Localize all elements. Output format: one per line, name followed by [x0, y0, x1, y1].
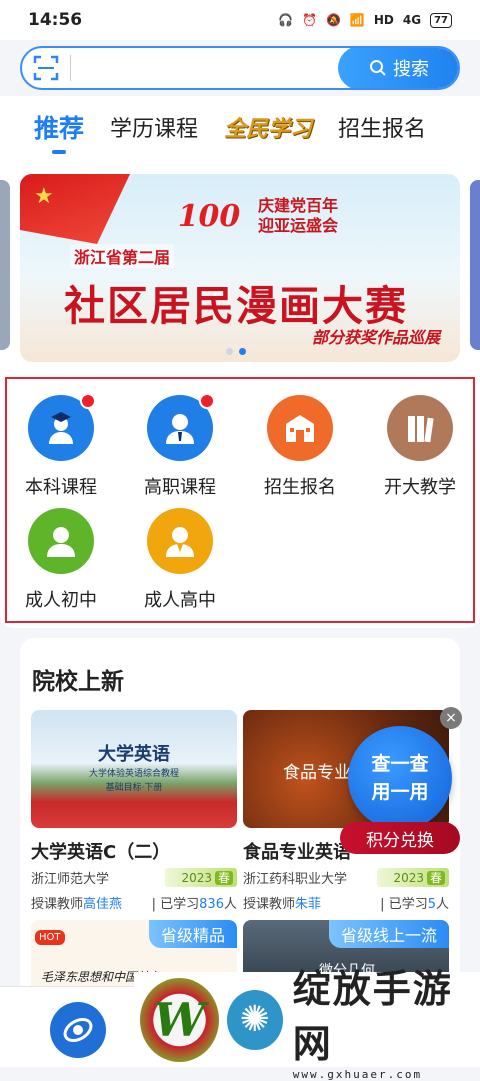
thumbnail-title: 食品专业 [283, 763, 351, 783]
thumbnail-subtitle: 大学体验英语综合教程 [88, 769, 179, 779]
banner-prev-peek[interactable] [0, 180, 10, 350]
banner-slogan-line2: 迎亚运盛会 [258, 216, 339, 235]
course-ribbon: 省级精品 [148, 920, 237, 948]
quick-link-label: 高职课程 [144, 477, 216, 498]
year-badge: 2023 春 [377, 868, 449, 887]
4g-icon: 4G [402, 13, 422, 27]
banner-slogan: 庆建党百年 迎亚运盛会 [258, 196, 338, 236]
points-exchange-button[interactable]: 积分兑换 [340, 822, 460, 854]
headset-icon: 🎧 [278, 13, 293, 27]
search-icon [370, 60, 386, 76]
course-studied: | 已学习836人 [151, 897, 237, 912]
banner-footer: 部分获奖作品巡展 [311, 328, 440, 347]
course-title: 大学英语C（二） [31, 842, 171, 863]
watermark-text: 绽放手游网 www.gxhuaer.com [293, 958, 480, 1081]
search-bar: 搜索 [20, 46, 460, 90]
notification-badge [80, 393, 96, 409]
banner-pagination [226, 348, 246, 355]
section-title: 院校上新 [32, 669, 124, 695]
status-icons: 🎧 ⏰ 🔕 📶 HD 4G 77 [278, 12, 452, 28]
star-icon: ★ [34, 184, 54, 209]
tab-degree-courses[interactable]: 学历课程 [110, 96, 198, 158]
pagination-dot [226, 348, 233, 355]
quick-link-label: 开大教学 [384, 477, 456, 498]
person-tie-icon [147, 393, 215, 461]
course-teacher: 授课教师高佳燕 [31, 897, 123, 912]
quick-link-adult-senior[interactable]: 成人高中 [130, 508, 230, 618]
books-icon [387, 395, 453, 461]
course-teacher-row: 授课教师朱菲 | 已学习5人 [243, 893, 449, 912]
quick-link-vocational[interactable]: 高职课程 [130, 393, 230, 505]
course-thumbnail: 大学英语 大学体验英语综合教程 基础目标·下册 [31, 710, 237, 828]
person-icon [28, 508, 94, 574]
watermark: W ✺ 绽放手游网 www.gxhuaer.com [134, 967, 480, 1081]
tab-all-people-learning[interactable]: 全民学习 [224, 96, 312, 158]
lookup-float-button[interactable]: 查一查 用一用 [348, 726, 452, 830]
year-badge: 2023 春 [165, 868, 237, 887]
quick-link-adult-junior[interactable]: 成人初中 [11, 508, 111, 618]
quick-link-open-teaching[interactable]: 开大教学 [370, 395, 470, 505]
banner[interactable]: ★ 100 庆建党百年 迎亚运盛会 浙江省第二届 社区居民漫画大赛 部分获奖作品… [20, 174, 460, 362]
person-suit-icon [147, 508, 213, 574]
status-time: 14:56 [28, 10, 83, 30]
thumbnail-subtitle: 基础目标·下册 [105, 783, 163, 793]
hd-icon: HD [373, 13, 394, 27]
scan-icon[interactable] [22, 48, 70, 88]
close-icon[interactable]: × [440, 707, 462, 729]
watermark-logo: W [140, 977, 219, 1062]
graduate-icon [28, 393, 96, 461]
quick-link-label: 本科课程 [25, 477, 97, 498]
watermark-brand: 绽放手游网 [292, 967, 453, 1066]
search-input[interactable] [70, 55, 338, 81]
course-teacher: 授课教师朱菲 [243, 897, 322, 912]
mute-icon: 🔕 [325, 13, 341, 27]
course-teacher-row: 授课教师高佳燕 | 已学习836人 [31, 893, 237, 912]
tab-recommend[interactable]: 推荐 [34, 96, 84, 158]
wifi-icon: 📶 [349, 13, 365, 27]
notification-badge [199, 393, 215, 409]
octopus-icon: ✺ [226, 989, 283, 1050]
quick-link-undergrad[interactable]: 本科课程 [11, 393, 111, 505]
thumbnail-title: 大学英语 [98, 744, 170, 765]
status-bar: 14:56 🎧 ⏰ 🔕 📶 HD 4G 77 [0, 0, 480, 40]
quick-link-label: 招生报名 [264, 477, 336, 498]
course-studied: | 已学习5人 [380, 897, 449, 912]
float-line1: 查一查 [371, 753, 429, 775]
banner-slogan-line1: 庆建党百年 [258, 196, 339, 215]
alarm-icon: ⏰ [302, 13, 317, 27]
course-meta: 浙江药科职业大学 2023 春 [243, 868, 449, 887]
search-button[interactable]: 搜索 [338, 48, 458, 88]
banner-next-peek[interactable] [470, 180, 480, 350]
course-school: 浙江药科职业大学 [243, 872, 348, 887]
banner-title: 社区居民漫画大赛 [64, 282, 408, 330]
battery-icon: 77 [430, 12, 452, 28]
tab-bar: 推荐 学历课程 全民学习 招生报名 [0, 96, 480, 158]
home-logo-icon[interactable] [50, 1002, 106, 1058]
school-building-icon [267, 395, 333, 461]
course-meta: 浙江师范大学 2023 春 [31, 868, 237, 887]
quick-link-label: 成人高中 [144, 590, 216, 611]
watermark-url: www.gxhuaer.com [292, 1068, 423, 1081]
centenary-logo: 100 [177, 198, 241, 234]
course-card[interactable]: 大学英语 大学体验英语综合教程 基础目标·下册 大学英语C（二） 浙江师范大学 … [31, 710, 237, 912]
tab-enrollment[interactable]: 招生报名 [338, 96, 426, 158]
hot-tag: HOT [35, 930, 65, 945]
quick-link-label: 成人初中 [25, 590, 97, 611]
banner-subtitle: 浙江省第二届 [70, 244, 175, 268]
pagination-dot-active [239, 348, 246, 355]
quick-link-enrollment[interactable]: 招生报名 [250, 395, 350, 505]
search-button-label: 搜索 [393, 59, 429, 80]
float-line2: 用一用 [371, 781, 429, 803]
course-ribbon: 省级线上一流 [328, 920, 449, 948]
course-school: 浙江师范大学 [31, 872, 110, 887]
